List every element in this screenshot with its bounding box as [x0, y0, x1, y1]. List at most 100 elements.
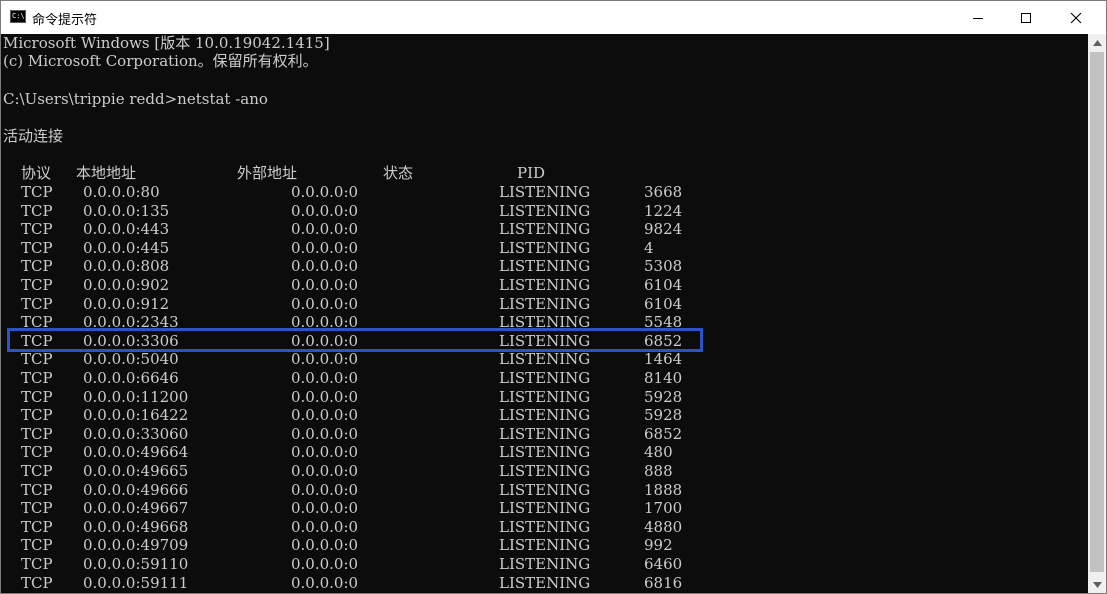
cell-pid: 9824 — [644, 220, 683, 239]
cell-foreign: 0.0.0.0:0 — [291, 555, 359, 573]
cell-pid: 5928 — [644, 406, 683, 425]
cell-proto: TCP — [21, 294, 53, 313]
cell-state: LISTENING — [499, 536, 591, 555]
cell-foreign: 0.0.0.0:0 — [291, 517, 359, 536]
cell-state: LISTENING — [499, 294, 591, 313]
cell-pid: 1700 — [644, 499, 683, 518]
cell-proto: TCP — [21, 499, 53, 518]
cell-proto: TCP — [21, 462, 53, 480]
close-icon — [1070, 12, 1082, 23]
console-output[interactable]: Microsoft Windows [版本 10.0.19042.1415] (… — [1, 34, 1088, 593]
cell-pid: 6816 — [644, 573, 683, 592]
window-title: 命令提示符 — [32, 13, 98, 28]
cell-foreign: 0.0.0.0:0 — [291, 406, 359, 425]
cell-state: LISTENING — [499, 201, 591, 220]
vertical-scrollbar[interactable] — [1088, 34, 1106, 593]
cell-state: LISTENING — [499, 480, 591, 499]
cell-local: 0.0.0.0:902 — [83, 276, 170, 294]
cell-pid: 888 — [644, 462, 673, 480]
cell-proto: TCP — [21, 443, 53, 462]
cell-local: 0.0.0.0:135 — [83, 201, 170, 220]
cell-local: 0.0.0.0:59110 — [83, 555, 189, 573]
scroll-down-button[interactable] — [1088, 576, 1106, 593]
cell-state: LISTENING — [499, 276, 591, 294]
cell-local: 0.0.0.0:445 — [83, 238, 170, 257]
cell-proto: TCP — [21, 406, 53, 425]
cell-proto: TCP — [21, 573, 53, 592]
cell-foreign: 0.0.0.0:0 — [291, 443, 359, 462]
cell-state: LISTENING — [499, 369, 591, 387]
cell-pid: 6104 — [644, 276, 683, 294]
cell-local: 0.0.0.0:49664 — [83, 443, 189, 462]
section-heading: 活动连接 — [3, 127, 64, 145]
cell-local: 0.0.0.0:49666 — [83, 480, 189, 499]
cell-local: 0.0.0.0:33060 — [83, 424, 189, 443]
cell-local: 0.0.0.0:16422 — [83, 406, 189, 425]
cell-proto: TCP — [21, 257, 53, 276]
maximize-icon — [1021, 12, 1031, 23]
cell-foreign: 0.0.0.0:0 — [291, 294, 359, 313]
cell-local: 0.0.0.0:49665 — [83, 462, 189, 480]
cell-foreign: 0.0.0.0:0 — [291, 220, 359, 239]
cell-pid: 5308 — [644, 257, 683, 276]
column-header-protocol: 协议 — [21, 164, 52, 182]
cell-state: LISTENING — [499, 443, 591, 462]
console-line: (c) Microsoft Corporation。保留所有权利。 — [3, 52, 318, 70]
cell-pid: 8140 — [644, 369, 683, 387]
column-header-state: 状态 — [383, 164, 414, 182]
cell-foreign: 0.0.0.0:0 — [291, 387, 359, 406]
cell-pid: 5928 — [644, 387, 683, 406]
maximize-button[interactable] — [1003, 1, 1049, 34]
cell-foreign: 0.0.0.0:0 — [291, 369, 359, 387]
cell-proto: TCP — [21, 387, 53, 406]
cell-foreign: 0.0.0.0:0 — [291, 183, 359, 201]
cell-state: LISTENING — [499, 573, 591, 592]
cell-local: 0.0.0.0:6646 — [83, 369, 179, 387]
scroll-up-button[interactable] — [1088, 34, 1106, 51]
cell-foreign: 0.0.0.0:0 — [291, 573, 359, 592]
cell-pid: 480 — [644, 443, 673, 462]
cell-pid: 4880 — [644, 517, 683, 536]
cell-foreign: 0.0.0.0:0 — [291, 499, 359, 518]
command-line: C:\Users\trippie redd>netstat -ano — [3, 90, 268, 108]
cell-local: 0.0.0.0:5040 — [83, 350, 179, 369]
cell-state: LISTENING — [499, 257, 591, 276]
cell-state: LISTENING — [499, 499, 591, 518]
cell-proto: TCP — [21, 424, 53, 443]
cell-local: 0.0.0.0:49668 — [83, 517, 189, 536]
scroll-thumb[interactable] — [1090, 52, 1104, 572]
cell-state: LISTENING — [499, 406, 591, 425]
scroll-up-arrow-icon — [1092, 39, 1102, 46]
cell-state: LISTENING — [499, 517, 591, 536]
title-bar[interactable]: C:\ 命令提示符 — [1, 1, 1106, 34]
cell-proto: TCP — [21, 350, 53, 369]
cell-state: LISTENING — [499, 424, 591, 443]
cell-local: 0.0.0.0:59111 — [83, 573, 189, 592]
cell-local: 0.0.0.0:49709 — [83, 536, 189, 555]
cell-state: LISTENING — [499, 220, 591, 239]
command-prompt-window: C:\ 命令提示符 Microsoft Windows [版本 10.0.190… — [0, 0, 1107, 594]
cell-pid: 992 — [644, 536, 673, 555]
cell-pid: 4 — [644, 238, 654, 257]
cell-pid: 6104 — [644, 294, 683, 313]
cell-local: 0.0.0.0:443 — [83, 220, 170, 239]
close-button[interactable] — [1053, 1, 1099, 34]
cell-foreign: 0.0.0.0:0 — [291, 257, 359, 276]
cell-foreign: 0.0.0.0:0 — [291, 350, 359, 369]
cell-proto: TCP — [21, 480, 53, 499]
column-header-pid: PID — [517, 164, 546, 182]
cell-local: 0.0.0.0:808 — [83, 257, 170, 276]
scroll-down-arrow-icon — [1092, 581, 1102, 588]
console-icon[interactable]: C:\ — [10, 10, 26, 23]
cell-state: LISTENING — [499, 183, 591, 201]
cell-local: 0.0.0.0:80 — [83, 183, 160, 201]
cell-foreign: 0.0.0.0:0 — [291, 238, 359, 257]
cell-state: LISTENING — [499, 555, 591, 573]
minimize-button[interactable] — [955, 1, 1001, 34]
cell-proto: TCP — [21, 220, 53, 239]
cell-foreign: 0.0.0.0:0 — [291, 201, 359, 220]
column-header-local-address: 本地地址 — [76, 164, 137, 182]
cell-local: 0.0.0.0:49667 — [83, 499, 189, 518]
cell-proto: TCP — [21, 201, 53, 220]
cell-pid: 6460 — [644, 555, 683, 573]
